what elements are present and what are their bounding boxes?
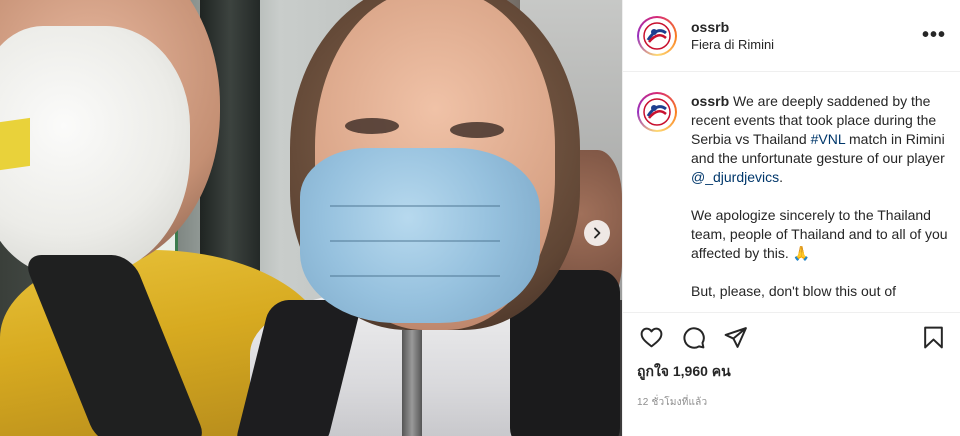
comment-button[interactable] (679, 323, 707, 351)
like-button[interactable] (637, 323, 665, 351)
post-header: ossrb Fiera di Rimini ••• (623, 0, 960, 72)
avatar[interactable] (637, 92, 677, 132)
likes-count[interactable]: ถูกใจ 1,960 คน (637, 361, 947, 383)
comment-icon (682, 326, 705, 349)
post-timestamp[interactable]: 12 ชั่วโมงที่แล้ว (637, 395, 947, 410)
post-caption: ossrb We are deeply saddened by the rece… (637, 92, 953, 306)
caption-paragraph: We apologize sincerely to the Thailand t… (691, 207, 948, 261)
caption-paragraph: But, please, don't blow this out of (691, 283, 897, 299)
avatar[interactable] (637, 15, 677, 56)
club-logo-icon (643, 98, 671, 126)
mask-pleat (330, 275, 500, 277)
mask-pleat (330, 205, 500, 207)
share-icon (724, 326, 747, 348)
mask-pleat (330, 240, 500, 242)
club-logo-icon (643, 21, 671, 50)
save-button[interactable] (919, 323, 947, 351)
jacket-zipper (402, 330, 422, 436)
mask-tab (0, 117, 30, 171)
eye (345, 118, 399, 134)
more-options-icon[interactable]: ••• (922, 24, 946, 47)
post-media[interactable]: ⇠ (0, 0, 622, 436)
post-side-panel: ossrb Fiera di Rimini ••• ossrb We are d… (622, 0, 960, 436)
next-media-button[interactable] (584, 220, 610, 246)
heart-icon (640, 327, 662, 347)
center-person-mask (300, 148, 540, 323)
chevron-right-icon (594, 227, 601, 239)
caption-username-link[interactable]: ossrb (691, 93, 729, 109)
action-bar: ถูกใจ 1,960 คน 12 ชั่วโมงที่แล้ว (623, 312, 960, 410)
hashtag-link[interactable]: #VNL (811, 131, 846, 147)
location-link[interactable]: Fiera di Rimini (691, 36, 922, 54)
caption-text-part: . (779, 169, 784, 185)
username-link[interactable]: ossrb (691, 18, 922, 36)
bookmark-icon (923, 326, 943, 348)
caption-text: ossrb We are deeply saddened by the rece… (691, 92, 953, 306)
share-button[interactable] (721, 323, 749, 351)
eye (450, 122, 504, 138)
mention-link[interactable]: @_djurdjevics (691, 169, 779, 185)
prayer-emoji: 🙏 (792, 245, 811, 261)
